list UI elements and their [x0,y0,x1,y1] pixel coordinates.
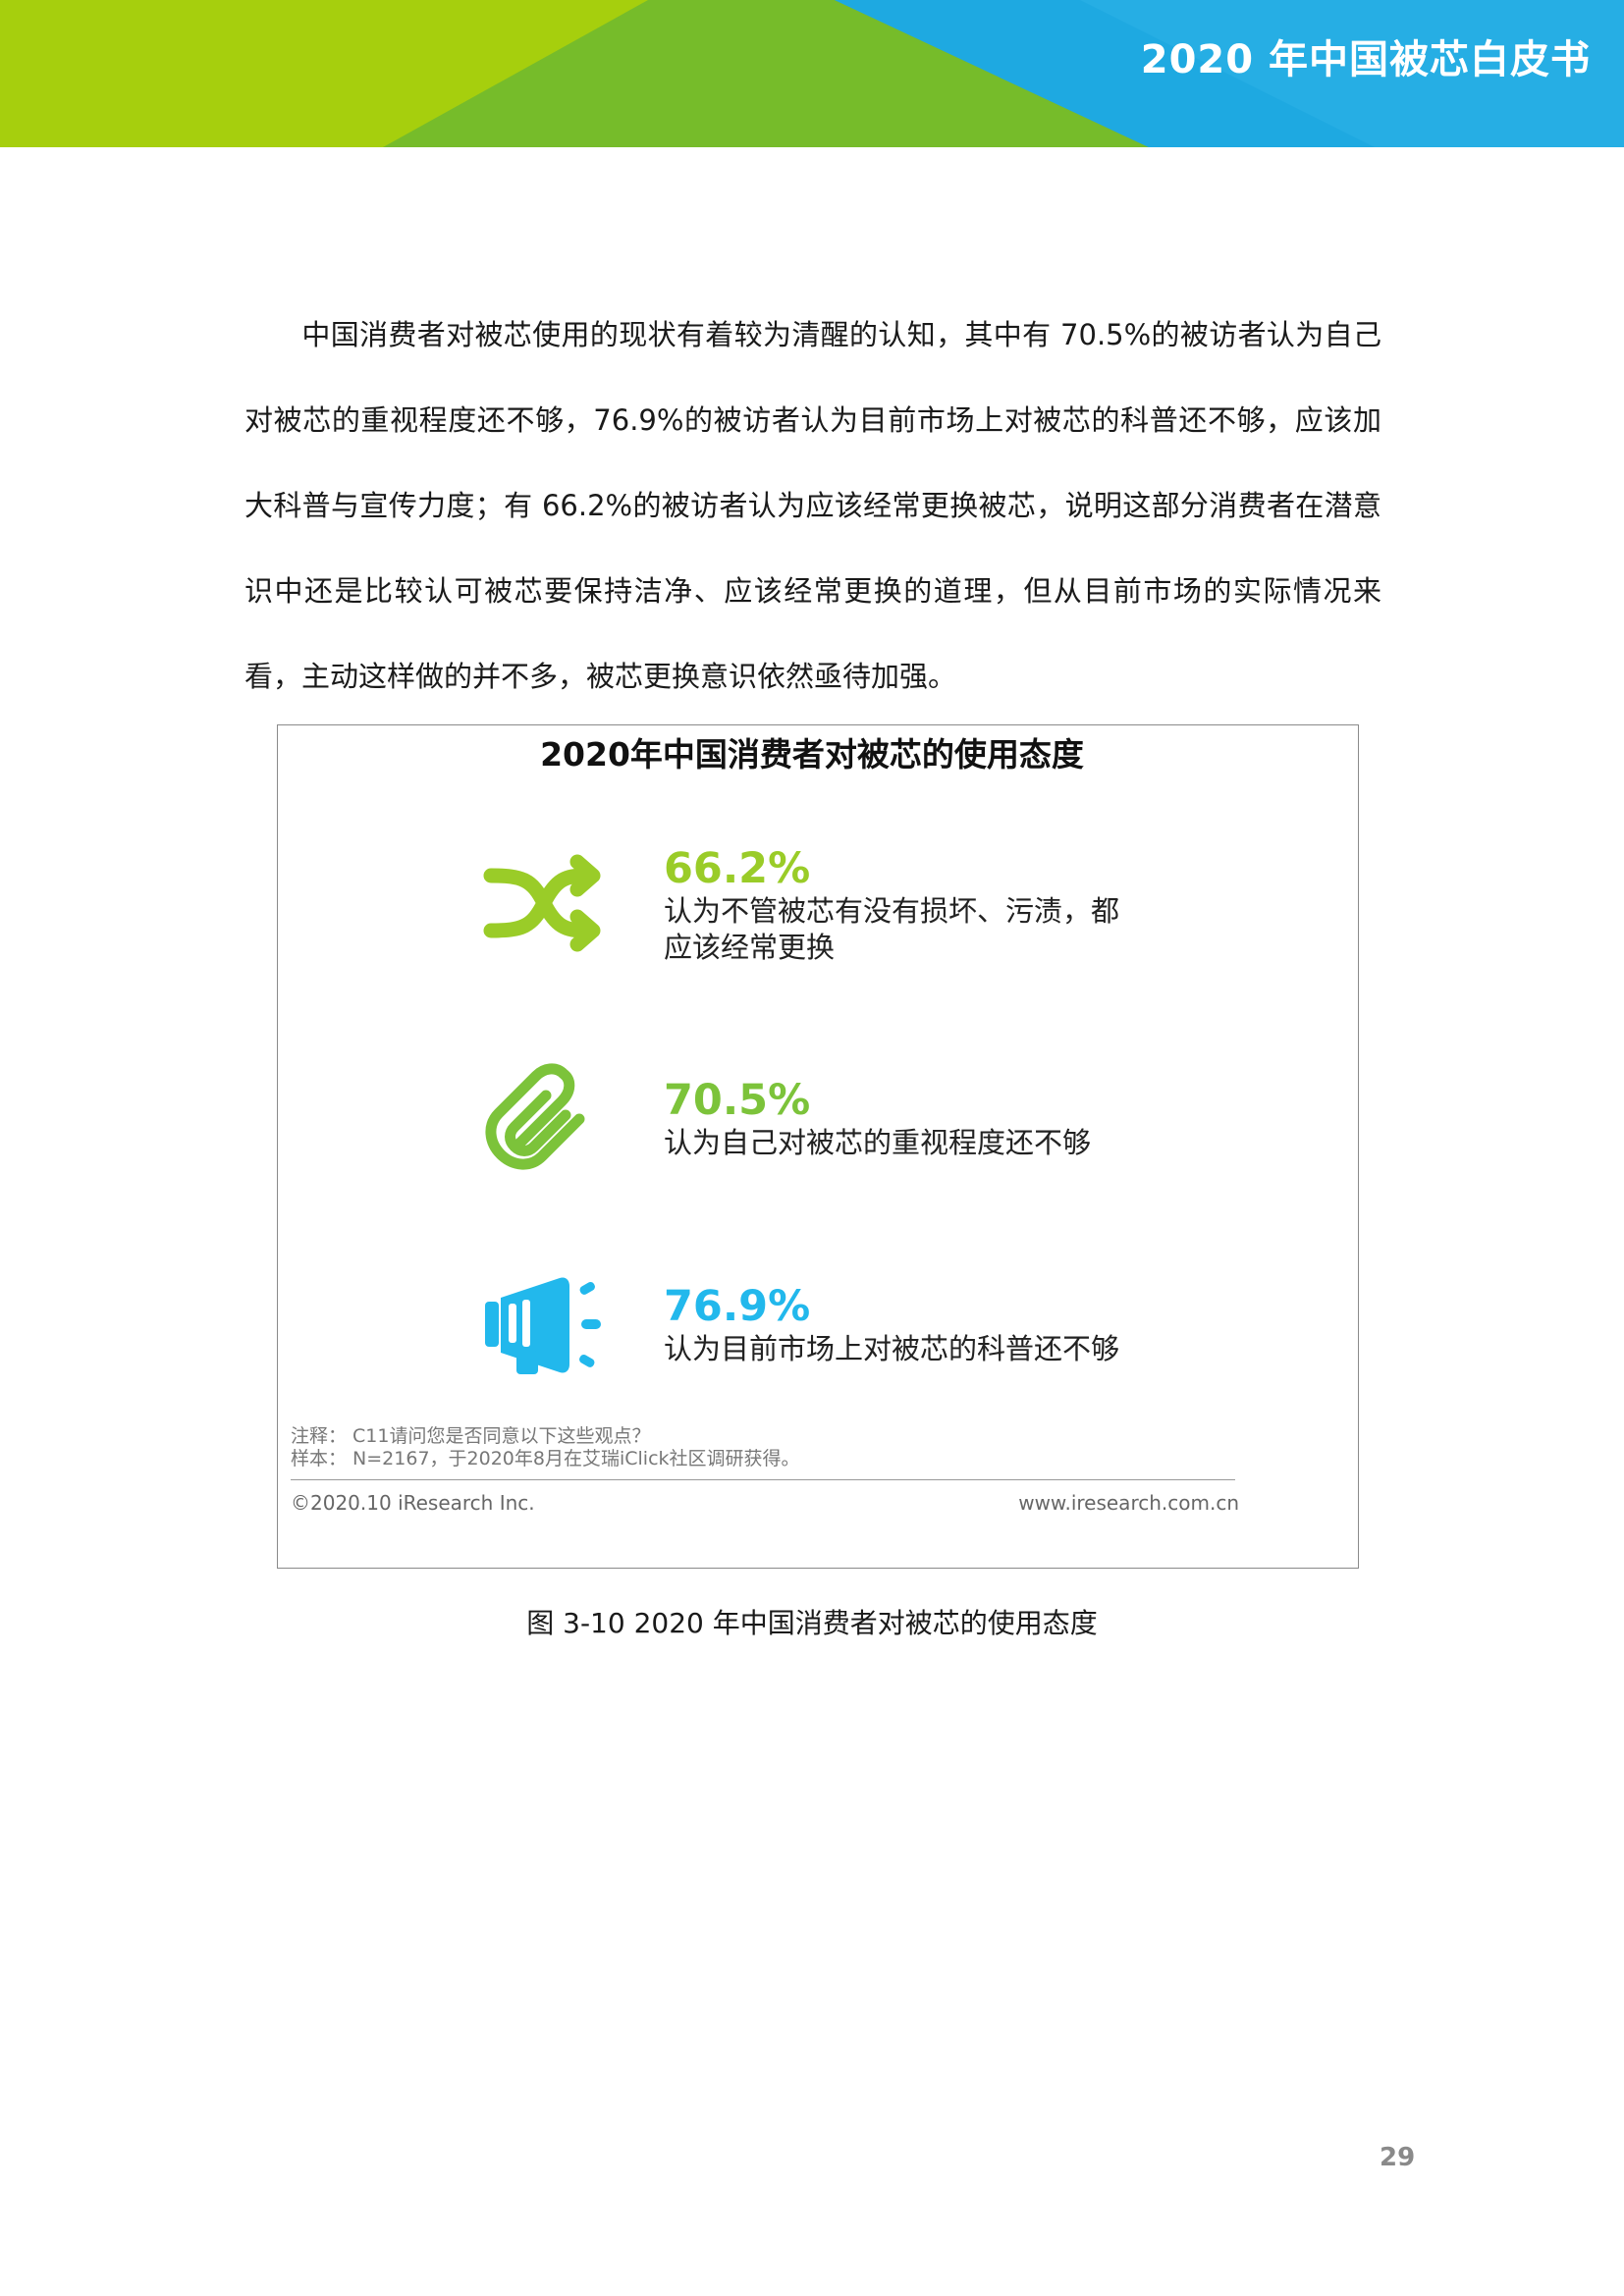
stat-description: 认为目前市场上对被芯的科普还不够 [664,1332,1120,1365]
stat-value: 76.9% [664,1282,811,1331]
figure-caption: 图 3-10 2020 年中国消费者对被芯的使用态度 [526,1607,1098,1639]
figure-copyright: ©2020.10 iResearch Inc. [291,1491,535,1515]
stat-value: 70.5% [664,1076,811,1125]
page-number: 29 [1380,2143,1416,2172]
figure-sample: 样本： N=2167，于2020年8月在艾瑞iClick社区调研获得。 [291,1448,800,1469]
stat-item-3: 76.9% 认为目前市场上对被芯的科普还不够 [664,1282,1119,1367]
header-title: 2020 年中国被芯白皮书 [1140,37,1591,82]
stat-description-line2: 应该经常更换 [664,931,836,964]
stat-description: 认为不管被芯有没有损坏、污渍，都 [664,894,1120,928]
stat-description: 认为自己对被芯的重视程度还不够 [664,1126,1092,1159]
body-paragraph: 中国消费者对被芯使用的现状有着较为清醒的认知，其中有 70.5%的被访者认为自己… [244,293,1381,720]
stat-item-2: 70.5% 认为自己对被芯的重视程度还不够 [664,1076,1091,1161]
figure-website: www.iresearch.com.cn [1018,1491,1239,1515]
shuffle-icon [483,850,605,960]
header-banner: 2020 年中国被芯白皮书 [0,0,1624,147]
body-paragraph-text: 中国消费者对被芯使用的现状有着较为清醒的认知，其中有 70.5%的被访者认为自己… [244,318,1381,693]
figure-title: 2020年中国消费者对被芯的使用态度 [540,735,1084,774]
figure-divider [291,1479,1235,1480]
stat-item-1: 66.2% 认为不管被芯有没有损坏、污渍，都 应该经常更换 [664,844,1119,966]
stat-value: 66.2% [664,844,811,893]
megaphone-icon [483,1272,609,1382]
paperclip-icon [485,1062,593,1182]
